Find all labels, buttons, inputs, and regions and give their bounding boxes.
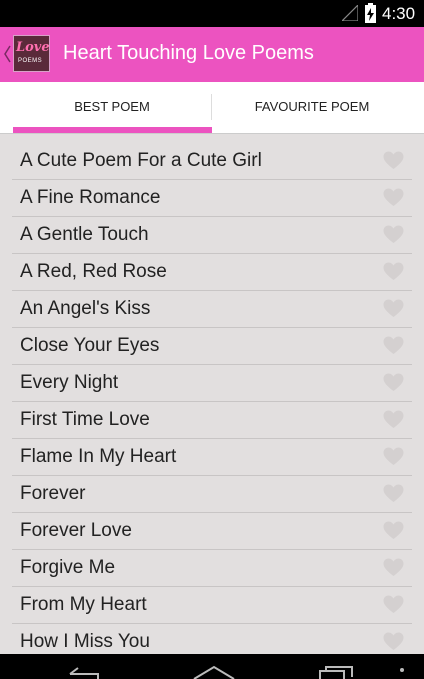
poem-list-item[interactable]: An Angel's Kiss <box>12 291 412 328</box>
heart-icon[interactable] <box>383 410 404 429</box>
tab-favourite-poem[interactable]: FAVOURITE POEM <box>212 82 412 133</box>
selected-tab-indicator <box>13 127 212 133</box>
poem-title: Forever Love <box>20 520 132 541</box>
heart-icon[interactable] <box>383 262 404 281</box>
poem-list-item[interactable]: Flame In My Heart <box>12 439 412 476</box>
poem-list-item[interactable]: A Cute Poem For a Cute Girl <box>12 143 412 180</box>
poem-title: An Angel's Kiss <box>20 298 151 319</box>
poem-list-item[interactable]: Forgive Me <box>12 550 412 587</box>
menu-dot-icon[interactable] <box>400 668 404 672</box>
heart-icon[interactable] <box>383 484 404 503</box>
navigation-bar <box>0 654 424 679</box>
battery-charging-icon <box>365 3 376 23</box>
poem-title: A Cute Poem For a Cute Girl <box>20 150 262 171</box>
poem-list-item[interactable]: From My Heart <box>12 587 412 624</box>
tab-bar: BEST POEM FAVOURITE POEM <box>0 82 424 134</box>
home-icon[interactable] <box>190 664 238 679</box>
poem-list-item[interactable]: Forever Love <box>12 513 412 550</box>
app-title: Heart Touching Love Poems <box>63 42 314 64</box>
poem-title: A Red, Red Rose <box>20 261 167 282</box>
app-logo[interactable]: Love POEMS <box>13 35 50 72</box>
poem-list-item[interactable]: A Gentle Touch <box>12 217 412 254</box>
poem-title: First Time Love <box>20 409 150 430</box>
status-bar: 4:30 <box>0 0 424 27</box>
poem-list-item[interactable]: How I Miss You <box>12 624 412 654</box>
heart-icon[interactable] <box>383 521 404 540</box>
heart-icon[interactable] <box>383 595 404 614</box>
poem-list-item[interactable]: A Fine Romance <box>12 180 412 217</box>
poem-list-item[interactable]: First Time Love <box>12 402 412 439</box>
heart-icon[interactable] <box>383 151 404 170</box>
poem-title: A Gentle Touch <box>20 224 149 245</box>
poem-title: Forgive Me <box>20 557 116 578</box>
action-bar: Love POEMS Heart Touching Love Poems <box>0 27 424 82</box>
tab-best-poem[interactable]: BEST POEM <box>12 82 212 133</box>
poem-title: Close Your Eyes <box>20 335 160 356</box>
logo-subtext: POEMS <box>18 58 43 64</box>
poem-title: Every Night <box>20 372 119 393</box>
poem-title: A Fine Romance <box>20 187 161 208</box>
clock: 4:30 <box>382 4 416 23</box>
logo-text: Love <box>16 40 50 55</box>
heart-icon[interactable] <box>383 447 404 466</box>
poem-list-item[interactable]: Forever <box>12 476 412 513</box>
heart-icon[interactable] <box>383 373 404 392</box>
signal-icon <box>342 5 358 21</box>
chevron-left-icon[interactable] <box>3 44 11 64</box>
poem-list-item[interactable]: Close Your Eyes <box>12 328 412 365</box>
poem-title: How I Miss You <box>20 631 150 652</box>
heart-icon[interactable] <box>383 188 404 207</box>
heart-icon[interactable] <box>383 299 404 318</box>
poem-title: Forever <box>20 483 86 504</box>
heart-icon[interactable] <box>383 336 404 355</box>
back-icon[interactable] <box>66 666 102 679</box>
poem-title: Flame In My Heart <box>20 446 177 467</box>
heart-icon[interactable] <box>383 225 404 244</box>
heart-icon[interactable] <box>383 632 404 651</box>
recent-apps-icon[interactable] <box>318 666 358 679</box>
poem-list-item[interactable]: A Red, Red Rose <box>12 254 412 291</box>
heart-icon[interactable] <box>383 558 404 577</box>
poem-list[interactable]: A Cute Poem For a Cute Girl A Fine Romanc… <box>0 134 424 654</box>
poem-title: From My Heart <box>20 594 147 615</box>
poem-list-item[interactable]: Every Night <box>12 365 412 402</box>
